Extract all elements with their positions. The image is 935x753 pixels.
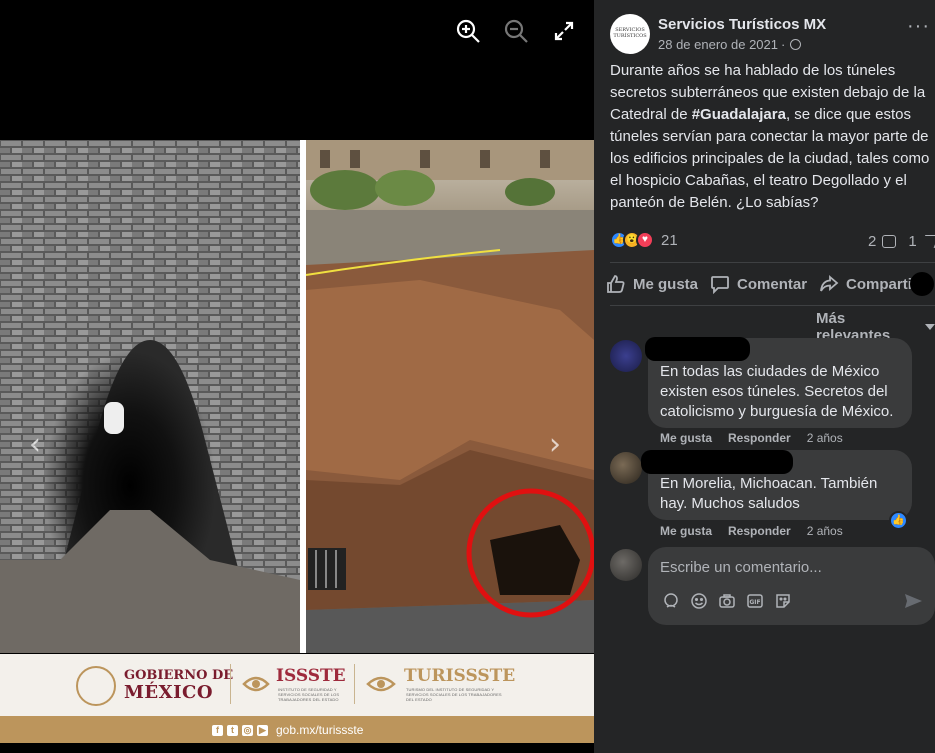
- comment-label: Comentar: [737, 275, 808, 293]
- issste-name: ISSSTE: [276, 666, 346, 686]
- twitter-icon: t: [227, 724, 238, 736]
- share-count-icon: [920, 235, 935, 248]
- comment-reply-link[interactable]: Responder: [728, 524, 791, 538]
- comment-text: En todas las ciudades de México existen …: [660, 363, 894, 420]
- banner-footer: f t ◎ ▶ gob.mx/turissste: [0, 716, 594, 743]
- page-name[interactable]: Servicios Turísticos MX: [658, 16, 826, 33]
- account-avatar[interactable]: [910, 272, 934, 296]
- comment-actions: Me gusta Responder 2 años: [660, 431, 843, 445]
- mexico-seal-icon: [76, 666, 116, 706]
- love-reaction-icon: ♥: [636, 231, 654, 249]
- turissste-name: TURISSSTE: [404, 666, 516, 686]
- like-badge-icon: 👍: [889, 511, 908, 530]
- banner: GOBIERNO DE MÉXICO ISSSTE INSTITUTO DE S…: [0, 654, 594, 716]
- comment-actions: Me gusta Responder 2 años: [660, 524, 843, 538]
- comment-age[interactable]: 2 años: [807, 524, 843, 538]
- banner-divider: [354, 664, 355, 704]
- commenter-avatar[interactable]: [610, 340, 642, 372]
- reaction-summary[interactable]: 👍 😮 ♥ 21: [610, 231, 678, 249]
- reaction-count: 21: [661, 231, 678, 249]
- post-text: Durante años se ha hablado de los túnele…: [610, 60, 932, 214]
- action-bar: Me gusta Comentar Compartir: [600, 268, 935, 300]
- post-date[interactable]: 28 de enero de 2021: [658, 37, 778, 52]
- gob-line2: MÉXICO: [124, 682, 214, 703]
- redacted-name: [645, 337, 750, 361]
- fullscreen-icon[interactable]: [551, 18, 579, 46]
- comment-reply-link[interactable]: Responder: [728, 431, 791, 445]
- comment-composer: GIF: [648, 547, 935, 625]
- comment-input[interactable]: [660, 556, 880, 578]
- zoom-out-icon[interactable]: [503, 18, 531, 46]
- my-avatar[interactable]: [610, 549, 642, 581]
- comment-like-link[interactable]: Me gusta: [660, 524, 712, 538]
- sticker-icon[interactable]: [774, 592, 792, 610]
- gif-icon[interactable]: GIF: [746, 592, 764, 610]
- previous-photo-button[interactable]: ‹: [20, 425, 50, 465]
- chevron-down-icon: [925, 324, 935, 330]
- like-label: Me gusta: [633, 275, 699, 293]
- comment-age[interactable]: 2 años: [807, 431, 843, 445]
- camera-icon[interactable]: [718, 592, 736, 610]
- commenter-avatar[interactable]: [610, 452, 642, 484]
- share-label: Compartir: [846, 275, 918, 293]
- post-panel: SERVICIOS TURÍSTICOS Servicios Turístico…: [594, 0, 935, 753]
- more-options-button[interactable]: ···: [907, 16, 931, 40]
- globe-icon: [790, 39, 802, 50]
- comment-icon: [711, 276, 729, 294]
- share-button[interactable]: Compartir: [813, 268, 924, 300]
- banner-bottom-strip: [0, 743, 594, 753]
- turissste-logo-icon: [364, 668, 398, 700]
- avatar-text: SERVICIOS TURÍSTICOS: [613, 27, 647, 39]
- thumbs-up-icon: [607, 275, 625, 293]
- banner-url: gob.mx/turissste: [276, 723, 364, 737]
- gob-line1: GOBIERNO DE: [124, 668, 234, 683]
- comment-count-icon: [882, 235, 897, 248]
- engagement-counts: 2 1: [868, 233, 935, 250]
- hashtag-link[interactable]: #Guadalajara: [692, 106, 786, 123]
- share-icon: [820, 275, 839, 292]
- issste-subtitle: INSTITUTO DE SEGURIDAD Y SERVICIOS SOCIA…: [278, 687, 340, 702]
- post-meta: 28 de enero de 2021 ·: [658, 37, 802, 52]
- like-button[interactable]: Me gusta: [600, 268, 704, 300]
- youtube-icon: ▶: [257, 724, 268, 736]
- instagram-icon: ◎: [242, 724, 253, 736]
- page-avatar[interactable]: SERVICIOS TURÍSTICOS: [610, 14, 650, 54]
- redacted-name: [641, 450, 793, 474]
- divider: [610, 262, 935, 263]
- svg-text:GIF: GIF: [749, 599, 760, 606]
- next-photo-button[interactable]: ›: [540, 425, 570, 465]
- meta-separator: ·: [781, 37, 786, 52]
- issste-logo-icon: [240, 668, 272, 700]
- send-icon[interactable]: [903, 592, 923, 610]
- divider: [610, 305, 935, 306]
- photo-viewer: ‹ › GOBIERNO DE MÉXICO ISSSTE INSTITUTO …: [0, 0, 594, 753]
- share-count[interactable]: 1: [908, 233, 916, 250]
- comment-text: En Morelia, Michoacan. También hay. Much…: [660, 475, 878, 512]
- facebook-icon: f: [212, 724, 223, 736]
- comment-count[interactable]: 2: [868, 233, 876, 250]
- comment-like-link[interactable]: Me gusta: [660, 431, 712, 445]
- comment-button[interactable]: Comentar: [704, 268, 813, 300]
- turissste-subtitle: TURISMO DEL INSTITUTO DE SEGURIDAD Y SER…: [406, 687, 502, 702]
- emoji-icon[interactable]: [690, 592, 708, 610]
- avatar-sticker-icon[interactable]: [662, 592, 680, 610]
- banner-divider: [230, 664, 231, 704]
- zoom-in-icon[interactable]: [455, 18, 483, 46]
